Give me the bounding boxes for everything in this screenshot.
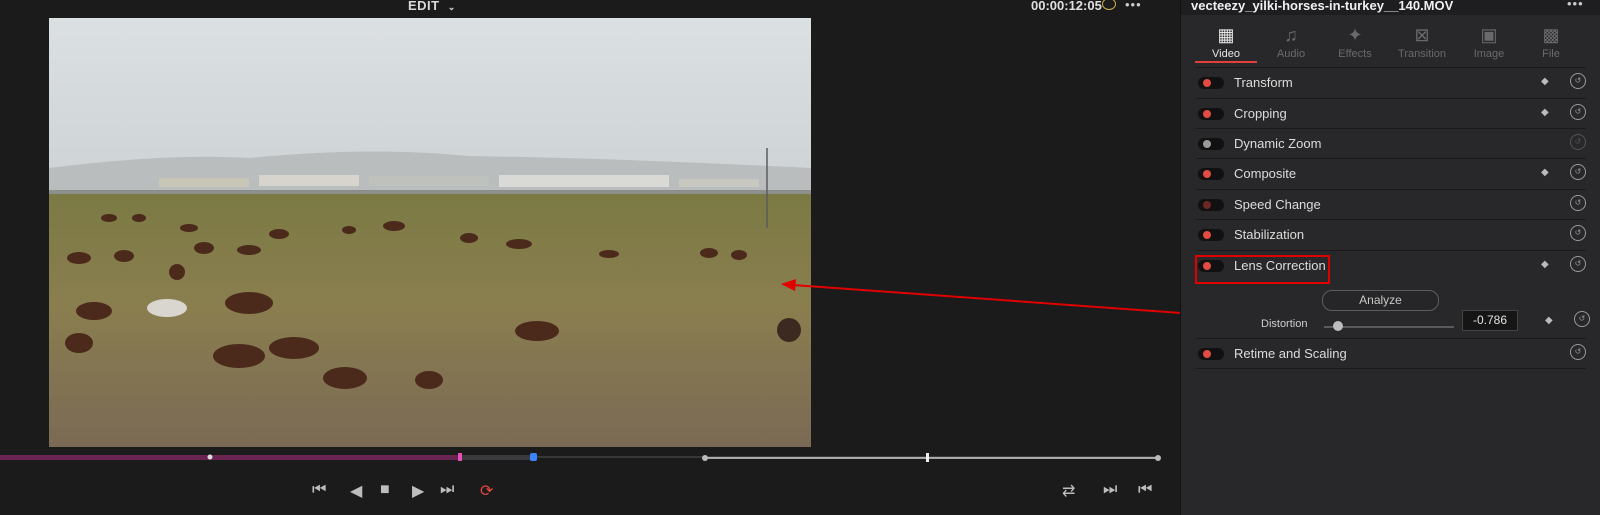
enable-toggle[interactable] (1198, 108, 1224, 120)
film-icon: ▦ (1217, 25, 1235, 45)
section-label: Composite (1234, 166, 1297, 181)
match-frame-icon[interactable]: ⇄ (1062, 481, 1075, 501)
divider (1196, 368, 1586, 369)
section-label: Dynamic Zoom (1234, 136, 1322, 151)
music-note-icon: ♫ (1284, 25, 1298, 45)
tab-effects[interactable]: ✦ Effects (1321, 22, 1389, 60)
inspector-tabs: ▦ Video ♫ Audio ✦ Effects ⊠ Transition ▣… (1181, 22, 1600, 68)
section-label: Cropping (1234, 106, 1287, 121)
chevron-down-icon: ⌄ (447, 2, 456, 12)
tab-video[interactable]: ▦ Video (1192, 22, 1260, 63)
tab-audio-label: Audio (1276, 48, 1306, 60)
clip-title: vecteezy_yilki-horses-in-turkey__140.MOV (1191, 0, 1454, 13)
enable-toggle[interactable] (1198, 168, 1224, 180)
reset-icon[interactable]: ↺ (1574, 311, 1590, 327)
section-speed-change[interactable]: Speed Change ↺ (1196, 189, 1586, 220)
keyframe-icon[interactable]: ◆ (1541, 259, 1549, 270)
loop-icon[interactable]: ⟳ (480, 481, 493, 501)
tab-video-label: Video (1212, 48, 1240, 60)
distortion-value-field[interactable]: -0.786 (1462, 310, 1518, 331)
active-tab-indicator (1195, 61, 1257, 63)
scopes-icon[interactable] (1102, 0, 1116, 10)
lens-correction-highlight (1195, 255, 1330, 284)
viewer-options-icon[interactable]: ••• (1125, 0, 1142, 12)
mode-label[interactable]: EDIT ⌄ (408, 0, 456, 13)
inspector-options-icon[interactable]: ••• (1567, 0, 1584, 11)
section-label: Stabilization (1234, 227, 1305, 242)
transition-icon: ⊠ (1414, 25, 1430, 45)
image-icon: ▣ (1480, 25, 1498, 45)
file-icon: ▩ (1542, 25, 1560, 45)
distortion-slider-handle[interactable] (1333, 321, 1343, 331)
previous-edit-icon[interactable]: ⏮ (1138, 481, 1152, 499)
keyframe-icon[interactable]: ◆ (1541, 167, 1549, 178)
keyframe-icon[interactable]: ◆ (1541, 76, 1549, 87)
enable-toggle[interactable] (1198, 199, 1224, 211)
tab-image[interactable]: ▣ Image (1455, 22, 1523, 60)
tab-file-label: File (1542, 48, 1560, 60)
section-retime-and-scaling[interactable]: Retime and Scaling ↺ (1196, 338, 1586, 369)
reset-icon[interactable]: ↺ (1570, 134, 1586, 150)
play-icon[interactable]: ▶ (412, 481, 424, 501)
section-label: Retime and Scaling (1234, 346, 1347, 361)
enable-toggle[interactable] (1198, 229, 1224, 241)
stop-icon[interactable]: ■ (380, 481, 390, 499)
tab-effects-label: Effects (1338, 48, 1372, 60)
magic-wand-icon: ✦ (1347, 25, 1363, 45)
enable-toggle[interactable] (1198, 348, 1224, 360)
play-reverse-icon[interactable]: ◀ (350, 481, 362, 501)
section-cropping[interactable]: Cropping ◆ ↺ (1196, 98, 1586, 129)
section-composite[interactable]: Composite ◆ ↺ (1196, 158, 1586, 189)
reset-icon[interactable]: ↺ (1570, 164, 1586, 180)
tab-image-label: Image (1473, 48, 1505, 60)
mode-label-text: EDIT (408, 0, 440, 13)
viewer-area: EDIT ⌄ 00:00:12:05 ••• ⏮ ◀ ■ ▶ ⏭ ⟳ ⇄ ⏭ ⏮ (0, 0, 1180, 515)
marker-point (207, 454, 213, 460)
section-label: Speed Change (1234, 197, 1321, 212)
tab-transition-label: Transition (1398, 48, 1446, 60)
reset-icon[interactable]: ↺ (1570, 344, 1586, 360)
go-to-start-icon[interactable]: ⏮ (312, 481, 326, 499)
inspector-header: vecteezy_yilki-horses-in-turkey__140.MOV… (1181, 0, 1600, 15)
enable-toggle[interactable] (1198, 138, 1224, 150)
tab-audio[interactable]: ♫ Audio (1257, 22, 1325, 60)
section-label: Transform (1234, 75, 1293, 90)
keyframe-icon[interactable]: ◆ (1541, 107, 1549, 118)
section-dynamic-zoom[interactable]: Dynamic Zoom ↺ (1196, 128, 1586, 159)
scrubber-bar[interactable] (0, 452, 1180, 462)
reset-icon[interactable]: ↺ (1570, 104, 1586, 120)
distortion-slider[interactable] (1324, 326, 1454, 328)
preview-frame (49, 18, 811, 447)
tab-file[interactable]: ▩ File (1517, 22, 1585, 60)
video-preview (49, 18, 811, 447)
reset-icon[interactable]: ↺ (1570, 73, 1586, 89)
next-edit-icon[interactable]: ⏭ (1103, 481, 1117, 499)
reset-icon[interactable]: ↺ (1570, 225, 1586, 241)
reset-icon[interactable]: ↺ (1570, 195, 1586, 211)
analyze-button[interactable]: Analyze (1322, 290, 1439, 311)
reset-icon[interactable]: ↺ (1570, 256, 1586, 272)
keyframe-icon[interactable]: ◆ (1545, 315, 1553, 326)
enable-toggle[interactable] (1198, 77, 1224, 89)
section-transform[interactable]: Transform ◆ ↺ (1196, 67, 1586, 98)
section-stabilization[interactable]: Stabilization ↺ (1196, 219, 1586, 250)
distortion-label: Distortion (1261, 318, 1308, 330)
timecode: 00:00:12:05 (1031, 0, 1102, 13)
tab-transition[interactable]: ⊠ Transition (1388, 22, 1456, 60)
go-to-end-icon[interactable]: ⏭ (440, 481, 454, 499)
